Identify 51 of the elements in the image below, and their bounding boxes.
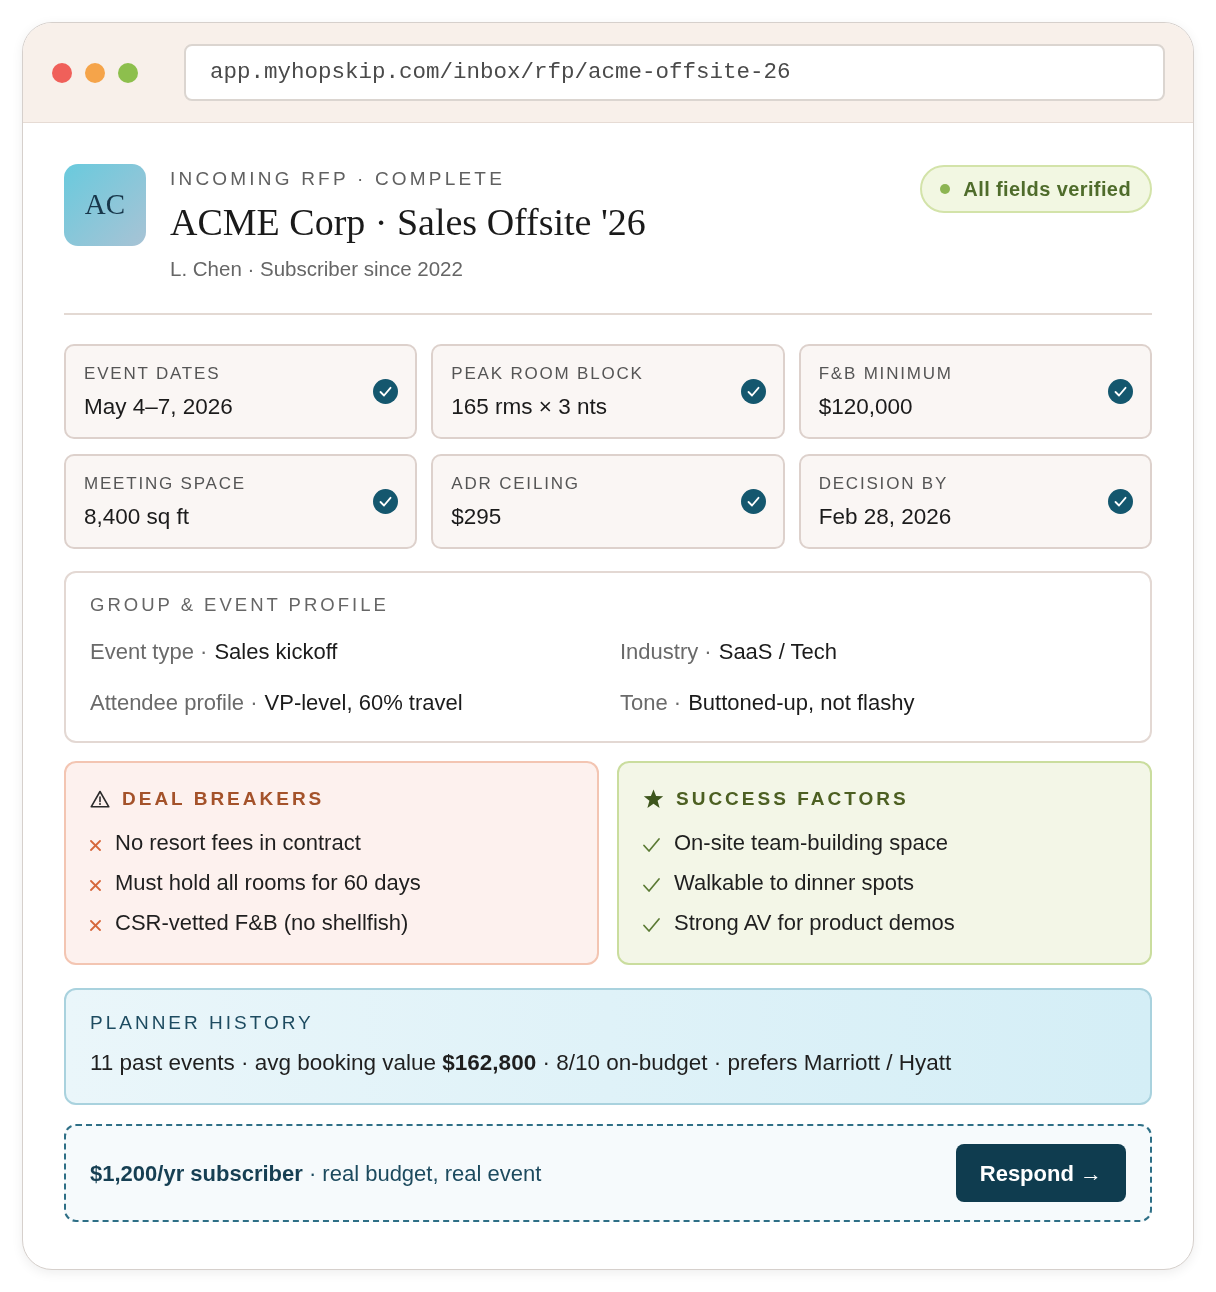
respond-button[interactable]: Respond →: [955, 1144, 1126, 1202]
x-icon: [90, 919, 101, 931]
field-label: Event type ·: [90, 638, 208, 666]
avatar: AC: [64, 164, 146, 246]
address-bar-field[interactable]: app.myhopskip.com/inbox/rfp/acme-offsite-26: [184, 44, 1165, 101]
field-label: Attendee profile ·: [90, 689, 258, 717]
stat-value: Feb 28, 2026: [818, 502, 952, 531]
section-title: GROUP & EVENT PROFILE: [90, 593, 390, 617]
stat-value: May 4–7, 2026: [84, 392, 233, 421]
minimize-window-button[interactable]: [85, 62, 105, 83]
list-item-text: No resort fees in contract: [115, 829, 361, 857]
zoom-window-button[interactable]: [118, 62, 138, 83]
stat-label: ADR CEILING: [451, 472, 580, 495]
history-summary: 11 past events · avg booking value $162,800 · 8/10 on-budget · prefers Marriott / Hyatt: [90, 1049, 953, 1077]
field-value: Sales kickoff: [214, 638, 338, 666]
page-title: ACME Corp · Sales Offsite '26: [170, 200, 646, 244]
field-value: VP-level, 60% travel: [264, 689, 463, 717]
section-title: DEAL BREAKERS: [122, 787, 325, 811]
field-value: SaaS / Tech: [718, 638, 837, 666]
stat-value: 8,400 sq ft: [84, 502, 191, 531]
stat-value: $295: [451, 502, 503, 531]
status-dot-icon: [940, 184, 951, 194]
stat-label: EVENT DATES: [84, 362, 222, 385]
x-icon: [90, 839, 101, 851]
stat-label: PEAK ROOM BLOCK: [451, 362, 644, 385]
list-item-text: On-site team-building space: [674, 829, 948, 857]
stat-value: 165 rms × 3 nts: [451, 392, 609, 421]
eyebrow-text: INCOMING RFP · COMPLETE: [170, 167, 507, 191]
section-title: SUCCESS FACTORS: [676, 787, 909, 811]
subscriber-note: $1,200/yr subscriber · real budget, real event: [90, 1159, 542, 1188]
subtitle-text: L. Chen · Subscriber since 2022: [170, 256, 464, 282]
stat-label: MEETING SPACE: [84, 472, 246, 495]
field-label: Tone ·: [620, 689, 682, 717]
checkmark-icon: [643, 838, 660, 852]
status-label: All fields verified: [963, 177, 1131, 202]
field-value: Buttoned-up, not flashy: [688, 689, 915, 717]
checkmark-icon: [643, 878, 660, 892]
x-icon: [90, 879, 101, 891]
list-item-text: CSR-vetted F&B (no shellfish): [115, 909, 409, 937]
list-item-text: Walkable to dinner spots: [674, 869, 915, 897]
stat-label: F&B MINIMUM: [818, 362, 953, 385]
list-item-text: Strong AV for product demos: [674, 909, 955, 937]
checkmark-icon: [643, 918, 660, 932]
field-label: Industry ·: [620, 638, 712, 666]
close-window-button[interactable]: [52, 62, 72, 83]
list-item-text: Must hold all rooms for 60 days: [115, 869, 421, 897]
stat-label: DECISION BY: [818, 472, 950, 495]
warning-icon: [90, 790, 110, 808]
star-icon: [643, 789, 664, 809]
section-title: PLANNER HISTORY: [90, 1011, 315, 1035]
stat-value: $120,000: [818, 392, 914, 421]
